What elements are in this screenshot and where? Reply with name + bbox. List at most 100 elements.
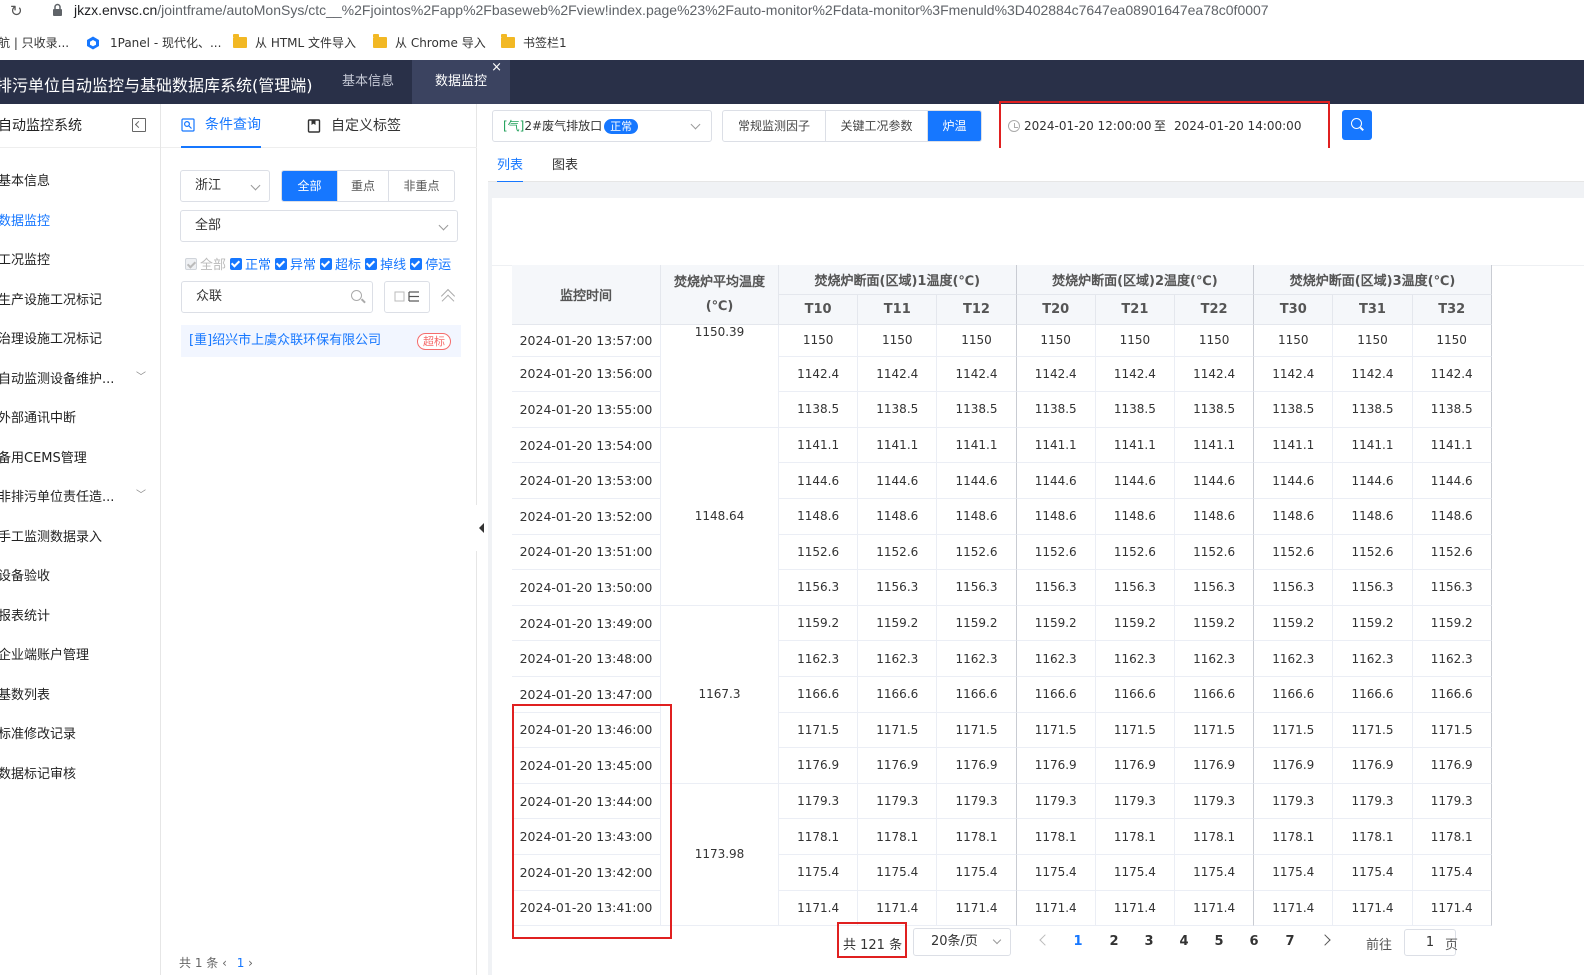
checkbox-exceed[interactable]: 超标 <box>320 254 361 273</box>
sidebar-item[interactable]: 治理设施工况标记 <box>0 328 102 347</box>
page-number[interactable]: 2 <box>1106 934 1122 949</box>
checkbox-normal[interactable]: 正常 <box>230 254 271 273</box>
level-option-key[interactable]: 重点 <box>337 171 388 201</box>
goto-label: 前往 <box>1366 938 1393 953</box>
sidebar-item[interactable]: 基数列表 <box>0 684 50 703</box>
page-number[interactable]: 4 <box>1176 934 1192 949</box>
sidebar-item[interactable]: 非排污单位责任造... ﹀ <box>0 486 158 505</box>
checkbox-stopped[interactable]: 停运 <box>410 254 451 273</box>
tab-data-monitor[interactable]: 数据监控 × <box>412 60 510 104</box>
cell-temperature: 1171.5 <box>1254 712 1334 749</box>
cell-temperature: 1171.5 <box>858 712 938 749</box>
checkbox-offline[interactable]: 掉线 <box>365 254 406 273</box>
sidebar-item[interactable]: 自动监测设备维护... ﹀ <box>0 368 158 387</box>
query-icon <box>181 118 195 132</box>
tab-chart-view[interactable]: 图表 <box>552 154 578 181</box>
bookmark-item[interactable]: 1Panel - 现代化、... <box>86 34 221 51</box>
sidebar-item[interactable]: 外部通讯中断 <box>0 407 76 426</box>
cell-average: 1150.39 <box>661 325 779 428</box>
sidebar-item[interactable]: 企业端账户管理 <box>0 644 89 663</box>
collapse-up-icon[interactable] <box>440 288 456 304</box>
address-bar[interactable]: ↻ jkzx.envsc.cn/jointframe/autoMonSys/ct… <box>0 0 1584 22</box>
collapse-icon[interactable] <box>132 118 146 132</box>
close-icon[interactable]: × <box>491 46 502 90</box>
search-button[interactable] <box>1342 110 1372 140</box>
cell-temperature: 1175.4 <box>1412 855 1492 891</box>
chevron-down-icon: ﹀ <box>136 490 146 501</box>
bookmark-folder[interactable]: 从 Chrome 导入 <box>373 34 486 51</box>
level-option-all[interactable]: 全部 <box>282 171 337 201</box>
sidebar-item[interactable]: 手工监测数据录入 <box>0 526 102 545</box>
tab-list-view[interactable]: 列表 <box>497 154 524 183</box>
cell-temperature: 1150 <box>1412 325 1492 357</box>
factor-tab-regular[interactable]: 常规监测因子 <box>723 111 825 141</box>
sidebar-item-active[interactable]: 数据监控 <box>0 210 50 229</box>
cell-temperature: 1142.4 <box>1254 356 1334 393</box>
cell-temperature: 1142.4 <box>1175 356 1255 393</box>
factor-tab-furnace-temp[interactable]: 炉温 <box>927 111 981 141</box>
cell-temperature: 1179.3 <box>1175 783 1255 820</box>
panel-toggle[interactable] <box>476 505 488 551</box>
page-number[interactable]: 7 <box>1282 934 1298 949</box>
cell-temperature: 1175.4 <box>1016 855 1096 891</box>
province-select[interactable]: 浙江 <box>180 170 270 202</box>
cell-temperature: 1144.6 <box>779 463 859 499</box>
company-list-item[interactable]: [重]绍兴市上虞众联环保有限公司 超标 <box>181 325 461 357</box>
checkbox-all[interactable]: 全部 <box>185 254 226 273</box>
cell-temperature: 1178.1 <box>858 819 938 855</box>
tab-basic-info[interactable]: 基本信息 <box>326 60 410 104</box>
sidebar-item[interactable]: 基本信息 <box>0 170 50 189</box>
chevron-down-icon <box>690 119 701 130</box>
column-header-sensor: T22 <box>1175 295 1255 325</box>
cell-temperature: 1179.3 <box>1016 783 1096 820</box>
filter-tabs: 条件查询 自定义标签 <box>161 104 477 148</box>
company-search-input[interactable]: 众联 <box>181 281 373 313</box>
cell-temperature: 1162.3 <box>1254 641 1334 677</box>
cell-temperature: 1138.5 <box>779 392 859 428</box>
list-select-button[interactable] <box>384 281 430 313</box>
sidebar-item[interactable]: 标准修改记录 <box>0 723 76 742</box>
page-size-select[interactable]: 20条/页 <box>913 928 1011 956</box>
page-number[interactable]: 5 <box>1211 934 1227 949</box>
outlet-select[interactable]: [气]2#废气排放口 正常 <box>492 110 712 142</box>
cell-temperature: 1144.6 <box>1016 463 1096 499</box>
sidebar: 自动监控系统 基本信息 数据监控 工况监控 生产设施工况标记 治理设施工况标记 … <box>0 104 161 975</box>
sidebar-item[interactable]: 备用CEMS管理 <box>0 447 87 466</box>
cell-temperature: 1156.3 <box>1016 570 1096 606</box>
url-text[interactable]: jkzx.envsc.cn/jointframe/autoMonSys/ctc_… <box>74 2 1269 18</box>
cell-temperature: 1159.2 <box>1333 605 1413 642</box>
column-group-header: 焚烧炉断面(区域)1温度(℃) <box>779 265 1017 295</box>
cell-temperature: 1166.6 <box>1412 677 1492 713</box>
cell-temperature: 1162.3 <box>858 641 938 677</box>
sidebar-title: 自动监控系统 <box>0 118 82 134</box>
page-label: 页 <box>1445 938 1459 953</box>
level-option-nonkey[interactable]: 非重点 <box>388 171 454 201</box>
tab-condition-query[interactable]: 条件查询 <box>181 104 261 148</box>
column-group-header: 焚烧炉断面(区域)2温度(℃) <box>1016 265 1255 295</box>
checkbox-abnormal[interactable]: 异常 <box>275 254 316 273</box>
tab-custom-tags[interactable]: 自定义标签 <box>307 104 401 148</box>
sidebar-item[interactable]: 工况监控 <box>0 249 50 268</box>
industry-select[interactable]: 全部 <box>180 210 458 242</box>
sidebar-item[interactable]: 报表统计 <box>0 605 50 624</box>
cell-temperature: 1175.4 <box>1333 855 1413 891</box>
cell-temperature: 1156.3 <box>858 570 938 606</box>
page-number[interactable]: 3 <box>1141 934 1157 949</box>
sidebar-item[interactable]: 设备验收 <box>0 565 50 584</box>
level-segmented: 全部 重点 非重点 <box>281 170 455 202</box>
bookmark-folder[interactable]: 书签栏1 <box>501 34 567 51</box>
factor-tab-condition[interactable]: 关键工况参数 <box>825 111 927 141</box>
page-number[interactable]: 6 <box>1246 934 1262 949</box>
sidebar-item[interactable]: 生产设施工况标记 <box>0 289 102 308</box>
page-number[interactable]: 1 <box>1070 934 1086 949</box>
cell-temperature: 1150 <box>1175 325 1255 357</box>
cell-temperature: 1141.1 <box>1412 427 1492 464</box>
bookmark-folder[interactable]: 从 HTML 文件导入 <box>233 34 356 51</box>
cell-temperature: 1178.1 <box>1095 819 1175 855</box>
cell-temperature: 1148.6 <box>1254 499 1334 535</box>
cell-temperature: 1144.6 <box>937 463 1017 499</box>
bookmark-item[interactable]: 航 | 只收录... <box>0 34 69 51</box>
sidebar-item[interactable]: 数据标记审核 <box>0 763 76 782</box>
reload-icon[interactable]: ↻ <box>10 2 23 20</box>
cell-temperature: 1162.3 <box>779 641 859 677</box>
